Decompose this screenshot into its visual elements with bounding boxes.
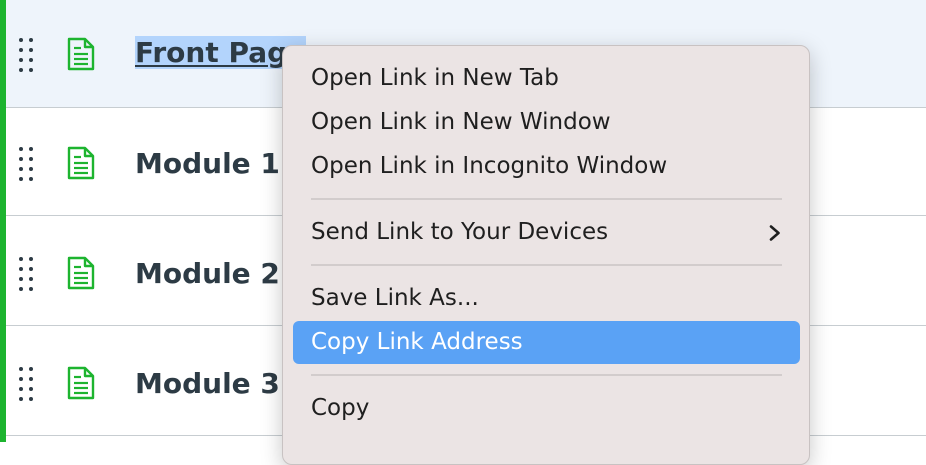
- page-icon: [67, 366, 95, 400]
- menu-item-copy[interactable]: Copy: [293, 387, 800, 430]
- drag-handle-icon[interactable]: [19, 367, 33, 401]
- menu-item-open-new-tab[interactable]: Open Link in New Tab: [293, 57, 800, 100]
- module-title[interactable]: Module 1:: [135, 145, 291, 183]
- menu-item-label: Send Link to Your Devices: [311, 219, 609, 245]
- module-title[interactable]: Module 3:: [135, 365, 291, 403]
- menu-item-send-to-devices[interactable]: Send Link to Your Devices: [293, 211, 800, 254]
- drag-handle-icon[interactable]: [19, 257, 33, 291]
- modules-page: Front Page Module 1: Module 2: Module 3:…: [0, 0, 926, 465]
- menu-item-open-incognito[interactable]: Open Link in Incognito Window: [293, 145, 800, 188]
- page-icon: [67, 256, 95, 290]
- page-icon: [67, 146, 95, 180]
- menu-item-open-new-window[interactable]: Open Link in New Window: [293, 101, 800, 144]
- menu-separator: [311, 264, 782, 266]
- menu-separator: [311, 374, 782, 376]
- module-title-text: Front Page: [135, 36, 307, 69]
- page-icon: [67, 37, 95, 71]
- chevron-right-icon: [769, 225, 780, 241]
- context-menu: Open Link in New Tab Open Link in New Wi…: [282, 45, 810, 465]
- menu-separator: [311, 198, 782, 200]
- menu-item-copy-link-address[interactable]: Copy Link Address: [293, 321, 800, 364]
- module-title[interactable]: Module 2:: [135, 255, 291, 293]
- module-title-link[interactable]: Front Page: [135, 34, 307, 72]
- menu-item-save-link-as[interactable]: Save Link As...: [293, 277, 800, 320]
- drag-handle-icon[interactable]: [19, 38, 33, 72]
- drag-handle-icon[interactable]: [19, 147, 33, 181]
